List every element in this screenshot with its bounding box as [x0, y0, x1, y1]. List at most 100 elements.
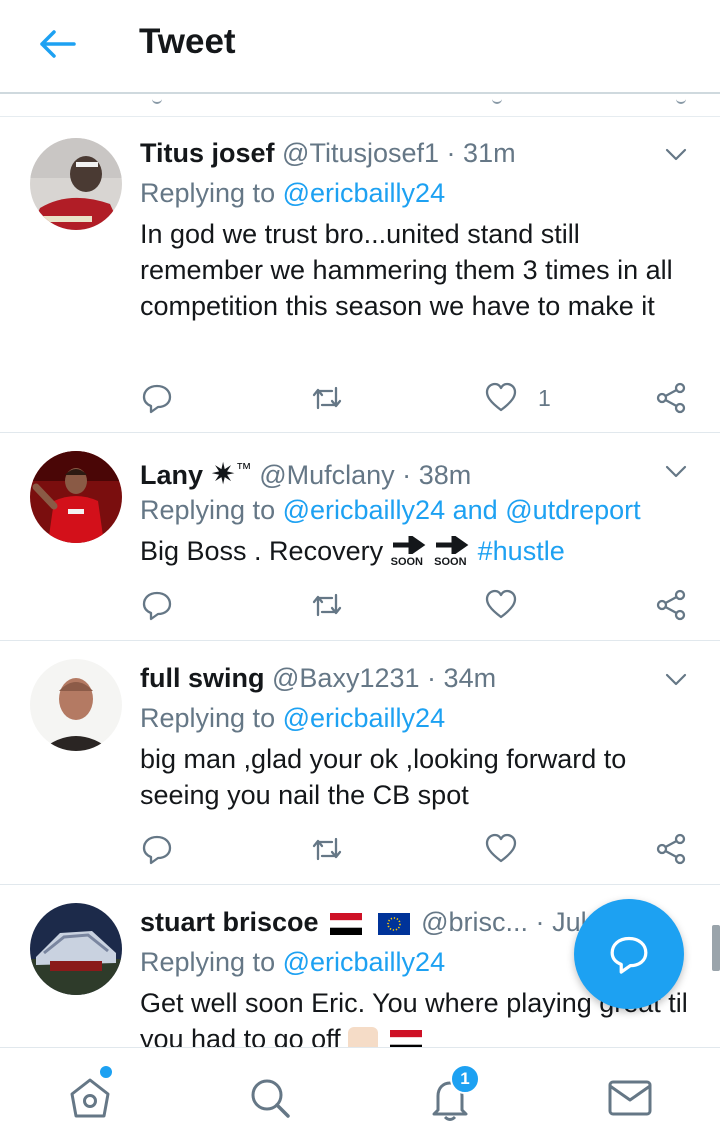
- compose-reply-button[interactable]: [574, 899, 684, 1009]
- share-button[interactable]: [654, 378, 688, 418]
- retweet-icon: [312, 837, 342, 861]
- chevron-down-icon[interactable]: [664, 667, 688, 691]
- replying-to: Replying to @ericbailly24: [140, 945, 445, 979]
- reply-button[interactable]: [140, 585, 174, 625]
- reply-icon: [142, 591, 172, 621]
- separator-dot: ·: [402, 460, 412, 490]
- replying-to-label: Replying to: [140, 703, 276, 733]
- compose-reply-icon: [610, 936, 648, 974]
- replying-to: Replying to @ericbailly24: [140, 701, 445, 735]
- replying-to-label: Replying to: [140, 947, 276, 977]
- display-name[interactable]: Lany: [140, 460, 203, 490]
- share-icon: [656, 382, 686, 414]
- mention-conjunction: and: [452, 495, 498, 525]
- retweet-button[interactable]: [310, 829, 344, 869]
- soon-label: SOON: [390, 555, 424, 568]
- retweet-button[interactable]: [310, 378, 344, 418]
- display-name[interactable]: stuart briscoe: [140, 907, 319, 937]
- retweet-icon: [312, 386, 342, 410]
- back-button[interactable]: [36, 24, 80, 64]
- replying-to-label: Replying to: [140, 178, 276, 208]
- like-icon: [485, 833, 517, 863]
- search-icon: [251, 1079, 290, 1118]
- share-button[interactable]: [654, 829, 688, 869]
- tweet-actions: [140, 585, 700, 625]
- home-unread-dot: [98, 1064, 114, 1080]
- mention-link[interactable]: @ericbailly24: [283, 178, 445, 208]
- tweet-text: big man ,glad your ok ,looking forward t…: [140, 744, 627, 810]
- replying-to-label: Replying to: [140, 495, 276, 525]
- back-arrow-icon: [40, 30, 76, 58]
- nav-search[interactable]: [240, 1068, 300, 1128]
- reply-icon: [142, 835, 172, 865]
- avatar[interactable]: [30, 903, 122, 995]
- reply-button[interactable]: [140, 829, 174, 869]
- timestamp[interactable]: 34m: [444, 663, 497, 693]
- tweet-header: Titus josef @Titusjosef1 · 31m: [140, 136, 516, 170]
- tweet-body: Big Boss . Recovery: [140, 536, 384, 566]
- retweet-icon: [312, 593, 342, 617]
- timestamp[interactable]: 38m: [419, 460, 472, 490]
- like-button[interactable]: [484, 829, 518, 869]
- name-badge: ™: [235, 461, 252, 478]
- like-button[interactable]: [484, 585, 518, 625]
- notifications-count-badge: 1: [450, 1064, 480, 1094]
- nav-notifications[interactable]: 1: [420, 1064, 480, 1128]
- separator-dot: ·: [446, 138, 456, 168]
- eu-flag-icon: [377, 912, 410, 935]
- mention-link[interactable]: @ericbailly24: [283, 947, 445, 977]
- chevron-down-icon[interactable]: [664, 459, 688, 483]
- like-button[interactable]: 1: [484, 378, 551, 418]
- tweet-header: stuart briscoe @brisc... · Jul: [140, 905, 587, 939]
- messages-icon: [608, 1080, 652, 1116]
- share-icon: [656, 589, 686, 621]
- bottom-navigation: 1: [0, 1047, 720, 1146]
- reply-icon: [142, 384, 172, 414]
- reply-tweet[interactable]: Lany ✷™ @Mufclany · 38m Replying to @eri…: [0, 433, 720, 641]
- hashtag-link[interactable]: #hustle: [478, 536, 565, 566]
- timestamp[interactable]: 31m: [463, 138, 516, 168]
- chevron-down-icon[interactable]: [664, 142, 688, 166]
- user-handle: @Titusjosef1: [282, 138, 440, 168]
- top-bar: Tweet: [0, 0, 720, 94]
- soon-emoji: SOON: [390, 535, 427, 570]
- mention-link[interactable]: @ericbailly24: [283, 495, 445, 525]
- mention-link[interactable]: @ericbailly24: [283, 703, 445, 733]
- share-button[interactable]: [654, 585, 688, 625]
- retweet-button[interactable]: [310, 585, 344, 625]
- soon-emoji: SOON: [434, 535, 470, 570]
- tweet-header: Lany ✷™ @Mufclany · 38m: [140, 453, 471, 492]
- avatar[interactable]: [30, 659, 122, 751]
- soon-label: SOON: [434, 555, 467, 568]
- tweet-header: full swing @Baxy1231 · 34m: [140, 661, 496, 695]
- reply-tweet[interactable]: full swing @Baxy1231 · 34m Replying to @…: [0, 641, 720, 885]
- mention-link[interactable]: @utdreport: [505, 495, 640, 525]
- nav-messages[interactable]: [600, 1068, 660, 1128]
- user-handle: @brisc...: [421, 907, 529, 937]
- reply-button[interactable]: [140, 378, 174, 418]
- like-count: 1: [538, 384, 551, 411]
- replying-to: Replying to @ericbailly24: [140, 176, 445, 210]
- nav-home[interactable]: [60, 1064, 120, 1128]
- tweet-actions: [140, 829, 700, 869]
- tweet-actions: 1: [140, 378, 700, 418]
- avatar[interactable]: [30, 451, 122, 543]
- tweet-text: Big Boss . Recovery SOON SOON #hustle: [140, 533, 690, 570]
- page-title: Tweet: [139, 22, 236, 61]
- user-handle: @Mufclany: [259, 460, 395, 490]
- name-symbol: ✷: [210, 458, 236, 491]
- scrollbar[interactable]: [712, 925, 720, 971]
- display-name[interactable]: Titus josef: [140, 138, 275, 168]
- avatar[interactable]: [30, 138, 122, 230]
- like-icon: [485, 589, 517, 619]
- tweet-text: In god we trust bro...united stand still…: [140, 219, 673, 321]
- separator-dot: ·: [427, 663, 437, 693]
- previous-tweet-edge: [0, 94, 720, 117]
- display-name[interactable]: full swing: [140, 663, 265, 693]
- separator-dot: ·: [535, 907, 545, 937]
- reply-tweet[interactable]: Titus josef @Titusjosef1 · 31m Replying …: [0, 116, 720, 433]
- like-icon: [485, 382, 517, 412]
- yemen-flag-icon: [330, 912, 363, 935]
- user-handle: @Baxy1231: [272, 663, 420, 693]
- share-icon: [656, 833, 686, 865]
